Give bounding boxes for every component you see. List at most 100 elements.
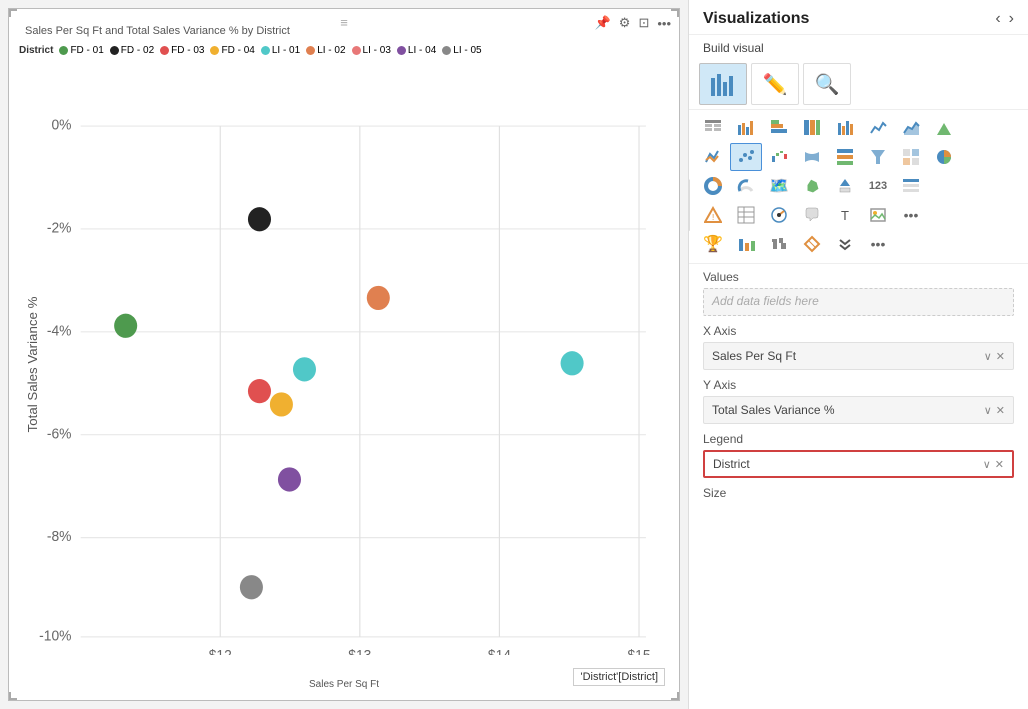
viz-icon-number[interactable]: 123 bbox=[862, 172, 894, 200]
resize-handle-br[interactable] bbox=[671, 692, 679, 700]
viz-icon-chevron[interactable] bbox=[829, 230, 861, 258]
panel-header: Visualizations ‹ › bbox=[689, 0, 1028, 35]
viz-icon-area[interactable] bbox=[895, 114, 927, 142]
viz-icon-image[interactable] bbox=[862, 201, 894, 229]
viz-icon-trophy[interactable]: 🏆 bbox=[697, 230, 729, 258]
viz-icon-waterfall[interactable] bbox=[763, 143, 795, 171]
viz-icon-ellipsis[interactable]: ••• bbox=[862, 230, 894, 258]
svg-text:-4%: -4% bbox=[47, 323, 72, 339]
viz-icon-shape-map[interactable] bbox=[796, 172, 828, 200]
viz-icon-mountain[interactable] bbox=[928, 114, 960, 142]
values-group: Values Add data fields here bbox=[703, 270, 1014, 316]
viz-type-pen[interactable]: ✏️ bbox=[751, 63, 799, 105]
size-label: Size bbox=[703, 486, 1014, 500]
panel-nav: ‹ › bbox=[995, 10, 1014, 28]
nav-prev-button[interactable]: ‹ bbox=[995, 10, 1000, 28]
legend-item-li02: LI - 02 bbox=[306, 45, 345, 56]
yaxis-field-box[interactable]: Total Sales Variance % ∨ ✕ bbox=[703, 396, 1014, 424]
chart-area: ≡ 📌 ⚙ ⊡ ••• Sales Per Sq Ft and Total Sa… bbox=[0, 0, 688, 709]
viz-icon-bar-stacked[interactable] bbox=[763, 114, 795, 142]
nav-next-button[interactable]: › bbox=[1009, 10, 1014, 28]
viz-icon-empty5b bbox=[928, 230, 960, 258]
legend-district-label: District bbox=[19, 45, 53, 56]
yaxis-label: Y Axis bbox=[703, 378, 1014, 392]
viz-type-search[interactable]: 🔍 bbox=[803, 63, 851, 105]
svg-text:-2%: -2% bbox=[47, 220, 72, 236]
xaxis-chevron-icon[interactable]: ∨ bbox=[984, 350, 992, 363]
yaxis-group: Y Axis Total Sales Variance % ∨ ✕ bbox=[703, 378, 1014, 424]
legend-label: Legend bbox=[703, 432, 1014, 446]
yaxis-clear-icon[interactable]: ✕ bbox=[996, 404, 1005, 417]
pin-icon[interactable]: 📌 bbox=[595, 15, 611, 31]
filter-icon[interactable]: ⚙ bbox=[619, 15, 631, 31]
viz-icon-diamond[interactable] bbox=[796, 230, 828, 258]
drag-handle: ≡ bbox=[340, 15, 348, 30]
values-field-box[interactable]: Add data fields here bbox=[703, 288, 1014, 316]
svg-text:Total Sales Variance %: Total Sales Variance % bbox=[25, 296, 40, 432]
viz-icon-map3[interactable] bbox=[763, 230, 795, 258]
viz-icon-empty4 bbox=[928, 201, 960, 229]
viz-icon-scatter[interactable] bbox=[730, 143, 762, 171]
viz-type-bar[interactable] bbox=[699, 63, 747, 105]
viz-icon-bar-100[interactable] bbox=[796, 114, 828, 142]
resize-handle-tr[interactable] bbox=[671, 9, 679, 17]
resize-handle-tl[interactable] bbox=[9, 9, 17, 17]
yaxis-chevron-icon[interactable]: ∨ bbox=[984, 404, 992, 417]
legend-item-fd04: FD - 04 bbox=[210, 45, 254, 56]
chart-toolbar: 📌 ⚙ ⊡ ••• bbox=[595, 15, 671, 31]
xaxis-field-box[interactable]: Sales Per Sq Ft ∨ ✕ bbox=[703, 342, 1014, 370]
viz-icon-gauge[interactable] bbox=[730, 172, 762, 200]
legend-field-box[interactable]: District ∨ ✕ bbox=[703, 450, 1014, 478]
filters-tab[interactable]: Filters bbox=[688, 180, 690, 231]
viz-icon-bar3[interactable] bbox=[730, 230, 762, 258]
viz-icon-pie[interactable] bbox=[928, 143, 960, 171]
viz-icon-alert[interactable]: ! bbox=[697, 201, 729, 229]
legend-item-li05: LI - 05 bbox=[442, 45, 481, 56]
expand-icon[interactable]: ⊡ bbox=[638, 15, 649, 31]
viz-icons-grid: 🗺️ 123 ! bbox=[689, 110, 1028, 264]
legend-item-fd02: FD - 02 bbox=[110, 45, 154, 56]
resize-handle-bl[interactable] bbox=[9, 692, 17, 700]
right-panel: Filters Visualizations ‹ › Build visual … bbox=[688, 0, 1028, 709]
legend-item-li03: LI - 03 bbox=[352, 45, 391, 56]
more-icon[interactable]: ••• bbox=[657, 16, 671, 31]
viz-icon-col-clustered[interactable] bbox=[829, 114, 861, 142]
viz-icon-bar-100-2[interactable] bbox=[829, 143, 861, 171]
xaxis-clear-icon[interactable]: ✕ bbox=[996, 350, 1005, 363]
svg-text:$15: $15 bbox=[627, 648, 650, 655]
viz-icon-table[interactable] bbox=[697, 114, 729, 142]
viz-icon-donut[interactable] bbox=[697, 172, 729, 200]
values-label: Values bbox=[703, 270, 1014, 284]
viz-icon-multirow[interactable] bbox=[895, 172, 927, 200]
viz-icon-line[interactable] bbox=[862, 114, 894, 142]
svg-text:$13: $13 bbox=[348, 648, 371, 655]
yaxis-value: Total Sales Variance % bbox=[712, 403, 835, 417]
viz-icon-table2[interactable] bbox=[730, 201, 762, 229]
legend-group: Legend District ∨ ✕ bbox=[703, 432, 1014, 478]
viz-icon-funnel[interactable] bbox=[862, 143, 894, 171]
viz-icon-empty5a bbox=[895, 230, 927, 258]
size-group: Size bbox=[703, 486, 1014, 500]
legend-clear-icon[interactable]: ✕ bbox=[995, 458, 1004, 471]
legend-value: District bbox=[713, 457, 750, 471]
viz-icon-matrix[interactable] bbox=[895, 143, 927, 171]
viz-icon-text[interactable]: T bbox=[829, 201, 861, 229]
viz-icon-decomp[interactable] bbox=[829, 172, 861, 200]
viz-icon-line-clustered[interactable] bbox=[697, 143, 729, 171]
viz-icon-empty3 bbox=[928, 172, 960, 200]
svg-text:0%: 0% bbox=[51, 117, 71, 133]
viz-icon-more[interactable]: ••• bbox=[895, 201, 927, 229]
chart-title: Sales Per Sq Ft and Total Sales Variance… bbox=[25, 25, 290, 37]
viz-icon-kpi[interactable] bbox=[763, 201, 795, 229]
legend-chevron-icon[interactable]: ∨ bbox=[983, 458, 991, 471]
svg-text:-6%: -6% bbox=[47, 426, 72, 442]
svg-text:$14: $14 bbox=[488, 648, 511, 655]
svg-text:-8%: -8% bbox=[47, 529, 72, 545]
viz-icon-ribbon[interactable] bbox=[796, 143, 828, 171]
viz-icon-qna[interactable] bbox=[796, 201, 828, 229]
viz-icon-bar-clustered[interactable] bbox=[730, 114, 762, 142]
svg-text:$12: $12 bbox=[209, 648, 232, 655]
legend-item-li04: LI - 04 bbox=[397, 45, 436, 56]
viz-icon-map[interactable]: 🗺️ bbox=[763, 172, 795, 200]
viz-type-featured: ✏️ 🔍 bbox=[689, 59, 1028, 110]
